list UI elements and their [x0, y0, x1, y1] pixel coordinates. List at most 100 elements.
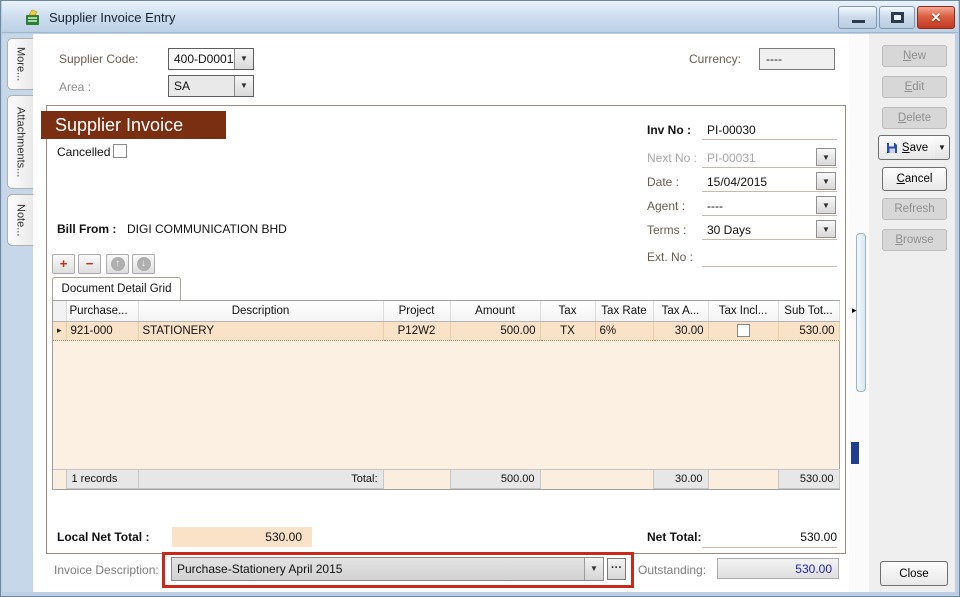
save-button-label: Save — [902, 142, 928, 154]
col-header-description[interactable]: Description — [138, 301, 383, 321]
net-total-label: Net Total: — [647, 530, 701, 544]
sidebar-tab-attachments-label: Attachments... — [15, 107, 27, 177]
outstanding-value: 530.00 — [717, 558, 839, 579]
col-header-tax[interactable]: Tax — [540, 301, 595, 321]
tab-document-detail-grid[interactable]: Document Detail Grid — [52, 277, 181, 300]
save-icon — [886, 142, 898, 154]
table-row[interactable]: ▸ 921-000 STATIONERY P12W2 500.00 TX 6% … — [53, 321, 839, 340]
maximize-icon — [891, 12, 904, 23]
chevron-down-icon[interactable]: ▼ — [584, 558, 603, 580]
vertical-scrollbar: ▸ — [849, 34, 869, 592]
cell-tax[interactable]: TX — [540, 321, 595, 340]
move-row-up-button[interactable]: ↑ — [106, 254, 129, 274]
supplier-code-combo[interactable]: 400-D0001 ▼ — [168, 48, 254, 70]
sidebar-tab-attachments[interactable]: Attachments... — [7, 95, 33, 189]
cancelled-label: Cancelled — [57, 145, 110, 159]
local-net-total-label: Local Net Total : — [57, 530, 149, 544]
area-combo[interactable]: SA ▼ — [168, 75, 254, 97]
cell-description[interactable]: STATIONERY — [138, 321, 383, 340]
cell-project[interactable]: P12W2 — [383, 321, 450, 340]
arrow-down-icon: ↓ — [137, 257, 151, 271]
footer-project-cell — [383, 470, 450, 489]
chevron-down-icon[interactable]: ▼ — [234, 49, 253, 69]
date-dropdown-button[interactable]: ▼ — [816, 172, 836, 190]
refresh-button[interactable]: Refresh — [882, 198, 947, 220]
outstanding-label: Outstanding: — [638, 563, 706, 577]
inv-no-label: Inv No : — [647, 123, 691, 137]
grid-footer-row: 1 records Total: 500.00 30.00 530.00 — [53, 470, 839, 489]
scrollbar-thumb[interactable] — [856, 233, 866, 392]
cell-purchase[interactable]: 921-000 — [66, 321, 138, 340]
grid-table: Purchase... Description Project Amount T… — [53, 301, 840, 341]
terms-underline — [702, 239, 837, 240]
add-row-button[interactable]: + — [52, 254, 75, 274]
agent-underline — [702, 215, 837, 216]
delete-row-button[interactable]: − — [78, 254, 101, 274]
net-total-underline — [702, 547, 837, 548]
col-header-amount[interactable]: Amount — [450, 301, 540, 321]
inv-no-value[interactable]: PI-00030 — [707, 123, 837, 137]
cell-tax-amount[interactable]: 30.00 — [653, 321, 708, 340]
sidebar-tab-more[interactable]: More... — [7, 38, 33, 90]
col-header-project[interactable]: Project — [383, 301, 450, 321]
col-header-sub-total[interactable]: Sub Tot... — [778, 301, 839, 321]
col-header-tax-rate[interactable]: Tax Rate — [595, 301, 653, 321]
invoice-panel: Supplier Invoice Cancelled Inv No : PI-0… — [46, 105, 846, 554]
col-header-purchase[interactable]: Purchase... — [66, 301, 138, 321]
row-indicator-header — [53, 301, 66, 321]
cancel-button[interactable]: Cancel — [882, 167, 947, 191]
area-value: SA — [169, 76, 234, 96]
cancelled-checkbox[interactable] — [113, 144, 127, 158]
scroll-position-marker — [851, 442, 859, 464]
agent-label: Agent : — [647, 199, 685, 213]
currency-field: ---- — [759, 48, 835, 70]
date-label: Date : — [647, 175, 679, 189]
supplier-invoice-entry-window: Supplier Invoice Entry ✕ More... Attachm… — [0, 0, 960, 597]
invoice-description-combo[interactable]: Purchase-Stationery April 2015 ▼ — [171, 557, 604, 581]
local-net-total-value: 530.00 — [172, 527, 312, 547]
delete-button[interactable]: Delete — [882, 107, 947, 129]
sidebar-tab-note[interactable]: Note... — [7, 194, 33, 246]
tax-inclusive-checkbox[interactable] — [737, 324, 750, 337]
move-row-down-button[interactable]: ↓ — [132, 254, 155, 274]
close-window-button[interactable]: ✕ — [917, 6, 955, 29]
grid-footer-table: 1 records Total: 500.00 30.00 530.00 — [53, 469, 840, 489]
maximize-button[interactable] — [879, 6, 915, 29]
new-button[interactable]: New — [882, 45, 947, 67]
area-label: Area : — [59, 80, 91, 94]
col-header-tax-amount[interactable]: Tax A... — [653, 301, 708, 321]
date-underline — [702, 191, 837, 192]
save-button[interactable]: Save — [878, 135, 936, 160]
close-button[interactable]: Close — [880, 561, 948, 586]
document-detail-grid: Purchase... Description Project Amount T… — [52, 300, 840, 490]
edit-button[interactable]: Edit — [882, 76, 947, 98]
cell-sub-total[interactable]: 530.00 — [778, 321, 839, 340]
plus-icon: + — [53, 255, 74, 272]
invoice-description-value: Purchase-Stationery April 2015 — [172, 558, 584, 580]
sidebar-tab-more-label: More... — [15, 47, 27, 81]
col-header-tax-inclusive[interactable]: Tax Incl... — [708, 301, 778, 321]
footer-sub-total: 530.00 — [778, 470, 839, 489]
chevron-down-icon[interactable]: ▼ — [234, 76, 253, 96]
main-content: Supplier Code: 400-D0001 ▼ Area : SA ▼ C… — [33, 34, 849, 592]
minimize-button[interactable] — [838, 6, 877, 29]
invoice-description-browse-button[interactable]: ··· — [607, 558, 626, 580]
app-icon — [25, 9, 42, 26]
currency-label: Currency: — [689, 52, 741, 66]
terms-dropdown-button[interactable]: ▼ — [816, 220, 836, 238]
footer-tax-incl-cell — [708, 470, 778, 489]
chevron-down-icon: ▼ — [822, 201, 830, 210]
minus-icon: − — [79, 255, 100, 272]
browse-button[interactable]: Browse — [882, 229, 947, 251]
footer-amount-total: 500.00 — [450, 470, 540, 489]
window-title: Supplier Invoice Entry — [49, 10, 175, 25]
close-icon: ✕ — [931, 10, 942, 25]
ext-no-underline — [702, 266, 837, 267]
agent-dropdown-button[interactable]: ▼ — [816, 196, 836, 214]
terms-label: Terms : — [647, 223, 686, 237]
sidebar-tab-note-label: Note... — [15, 204, 27, 236]
next-no-dropdown-button[interactable]: ▼ — [816, 148, 836, 166]
save-options-dropdown[interactable]: ▼ — [935, 135, 950, 160]
cell-amount[interactable]: 500.00 — [450, 321, 540, 340]
cell-tax-rate[interactable]: 6% — [595, 321, 653, 340]
